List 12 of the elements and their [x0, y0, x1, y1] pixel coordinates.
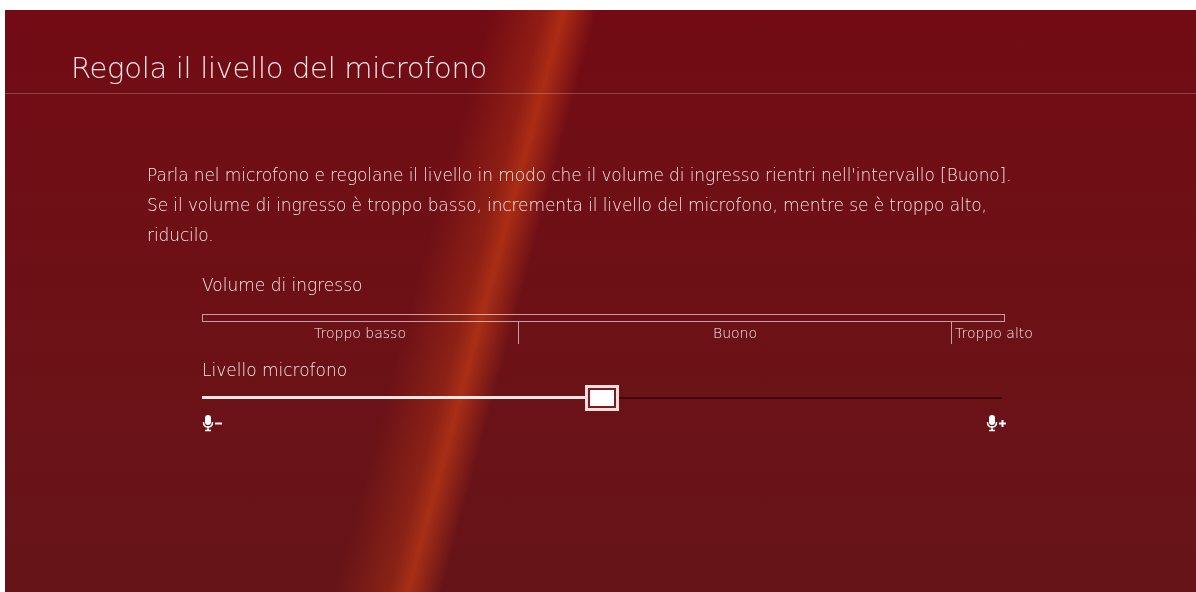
microphone-plus-icon[interactable]: [986, 414, 1008, 432]
mic-level-label: Livello microfono: [202, 359, 348, 382]
mic-level-slider[interactable]: [202, 384, 1002, 412]
instruction-text: Se il volume di ingresso è troppo basso, incrementa il livello del microfono, mentre se è troppo alto, riducilo.: [147, 194, 988, 247]
range-label: Troppo basso: [314, 325, 406, 341]
slider-handle[interactable]: [585, 385, 619, 411]
page-title: Regola il livello del microfono: [70, 50, 488, 87]
range-label: Troppo alto: [955, 325, 1033, 341]
input-volume-label: Volume di ingresso: [202, 274, 363, 297]
microphone-minus-icon[interactable]: [202, 414, 224, 432]
range-label: Buono: [712, 325, 757, 341]
instruction-text: Parla nel microfono e regolane il livello in modo che il volume di ingresso rientri nell'intervallo [Buono].: [147, 164, 1013, 187]
